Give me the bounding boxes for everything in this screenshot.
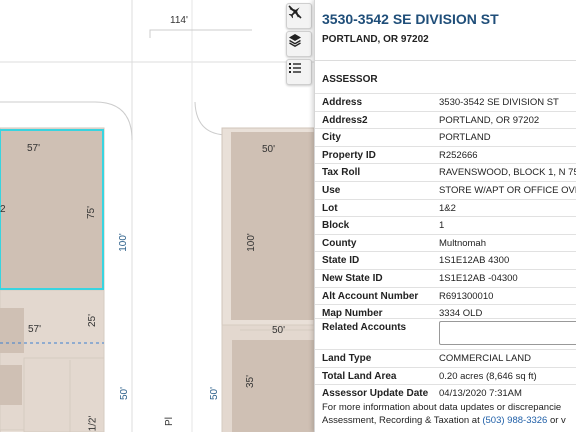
attribute-row: Tax Roll RAVENSWOOD, BLOCK 1, N 75 — [315, 163, 576, 181]
row-value: PORTLAND, OR 97202 — [439, 114, 540, 126]
attribute-row: Alt Account Number R691300010 — [315, 286, 576, 305]
info-note-line1: For more information about data updates … — [322, 402, 562, 413]
layers-icon — [289, 34, 301, 48]
attribute-row: Lot 1&2 — [315, 198, 576, 217]
row-label: Block — [322, 220, 350, 232]
row-value: 3530-3542 SE DIVISION ST — [439, 97, 559, 108]
row-value: PORTLAND — [439, 132, 491, 144]
row-label: Use — [322, 185, 341, 196]
phone-link[interactable]: (503) 988-3326 — [482, 415, 547, 426]
row-value: 0.20 acres (8,646 sq ft) — [439, 370, 537, 382]
row-value: Multnomah — [439, 237, 486, 249]
layers-button[interactable] — [286, 31, 312, 57]
row-label: Tax Roll — [322, 167, 361, 179]
list-button[interactable] — [286, 59, 312, 85]
map-dimension-label: 57' — [28, 324, 42, 335]
row-value: 1S1E12AB 4300 — [439, 255, 510, 267]
row-value: COMMERCIAL LAND — [439, 353, 532, 364]
row-value: 04/13/2020 7:31AM — [439, 388, 522, 400]
info-note-line2: Assessment, Recording & Taxation at (503… — [322, 415, 566, 426]
attribute-row: Map Number 3334 OLD — [315, 304, 576, 322]
row-label: Land Type — [322, 353, 372, 364]
airplane-off-icon — [288, 5, 302, 19]
attribute-row: Land Type COMMERCIAL LAND — [315, 349, 576, 367]
map-street-label: Pl — [163, 417, 175, 426]
row-label: Total Land Area — [322, 370, 397, 382]
attribute-row: Address2 PORTLAND, OR 97202 — [315, 110, 576, 129]
row-label: Assessor Update Date — [322, 388, 429, 400]
divider — [315, 60, 576, 61]
info-note-text: or v — [547, 415, 566, 426]
attribute-row: County Multnomah — [315, 233, 576, 252]
row-label: Alt Account Number — [322, 290, 419, 302]
row-label: Lot — [322, 202, 338, 214]
attribute-row: Use STORE W/APT OR OFFICE OVE — [315, 181, 576, 199]
map-dimension-label: 2 — [0, 204, 6, 215]
map-canvas — [0, 0, 314, 432]
row-value: R252666 — [439, 149, 478, 161]
row-label: County — [322, 237, 357, 249]
map-dimension-label: 1/2' — [87, 415, 99, 432]
map-dimension-label: 100' — [245, 233, 257, 252]
info-note-text: Assessment, Recording & Taxation at — [322, 415, 483, 426]
row-value: 1 — [439, 220, 445, 232]
row-label: Related Accounts — [322, 322, 407, 333]
attribute-row: City PORTLAND — [315, 128, 576, 146]
row-value: RAVENSWOOD, BLOCK 1, N 75 — [439, 167, 576, 179]
attribute-row: Assessor Update Date 04/13/2020 7:31AM — [315, 384, 576, 402]
airplane-off-button[interactable] — [286, 3, 312, 29]
row-value: 1S1E12AB -04300 — [439, 273, 518, 284]
map-dimension-label: 25' — [87, 313, 99, 328]
row-label: City — [322, 132, 341, 144]
row-value: 1&2 — [439, 202, 456, 214]
row-label: State ID — [322, 255, 360, 267]
row-label: Property ID — [322, 149, 376, 161]
list-icon — [289, 63, 301, 73]
map-dimension-label: 35' — [245, 374, 257, 389]
building-right — [231, 132, 314, 320]
map-dimension-label: 50' — [119, 386, 131, 401]
map-dimension-label: 50' — [209, 386, 221, 401]
attribute-row: New State ID 1S1E12AB -04300 — [315, 269, 576, 287]
map-dimension-label: 57' — [27, 143, 41, 154]
attribute-row: Block 1 — [315, 216, 576, 234]
row-value: 3334 OLD — [439, 308, 483, 320]
map-view[interactable]: 114' 57' 2 75' 100' 50' 100' 57' 25' 50'… — [0, 0, 314, 432]
row-label: Address — [322, 97, 363, 108]
row-label: Map Number — [322, 308, 383, 320]
related-accounts-row: Related Accounts — [315, 318, 576, 349]
property-details-panel[interactable]: 3530-3542 SE DIVISION ST PORTLAND, OR 97… — [314, 0, 576, 432]
attribute-row: Property ID R252666 — [315, 145, 576, 164]
row-value: STORE W/APT OR OFFICE OVE — [439, 185, 576, 196]
map-dimension-label: 50' — [262, 144, 276, 155]
attribute-row: Address 3530-3542 SE DIVISION ST — [315, 93, 576, 111]
section-heading-assessor: ASSESSOR — [322, 74, 378, 85]
map-dimension-label: 100' — [117, 233, 129, 252]
attribute-row: State ID 1S1E12AB 4300 — [315, 251, 576, 269]
attribute-row: Total Land Area 0.20 acres (8,646 sq ft) — [315, 366, 576, 385]
property-subtitle: PORTLAND, OR 97202 — [322, 34, 429, 45]
property-title: 3530-3542 SE DIVISION ST — [322, 11, 499, 27]
row-label: New State ID — [322, 273, 383, 284]
map-dimension-label: 50' — [272, 325, 286, 336]
map-dimension-label: 114' — [170, 15, 188, 26]
row-value: R691300010 — [439, 290, 494, 302]
row-label: Address2 — [322, 114, 368, 126]
related-accounts-field[interactable] — [439, 321, 576, 345]
map-dimension-label: 75' — [86, 205, 98, 220]
